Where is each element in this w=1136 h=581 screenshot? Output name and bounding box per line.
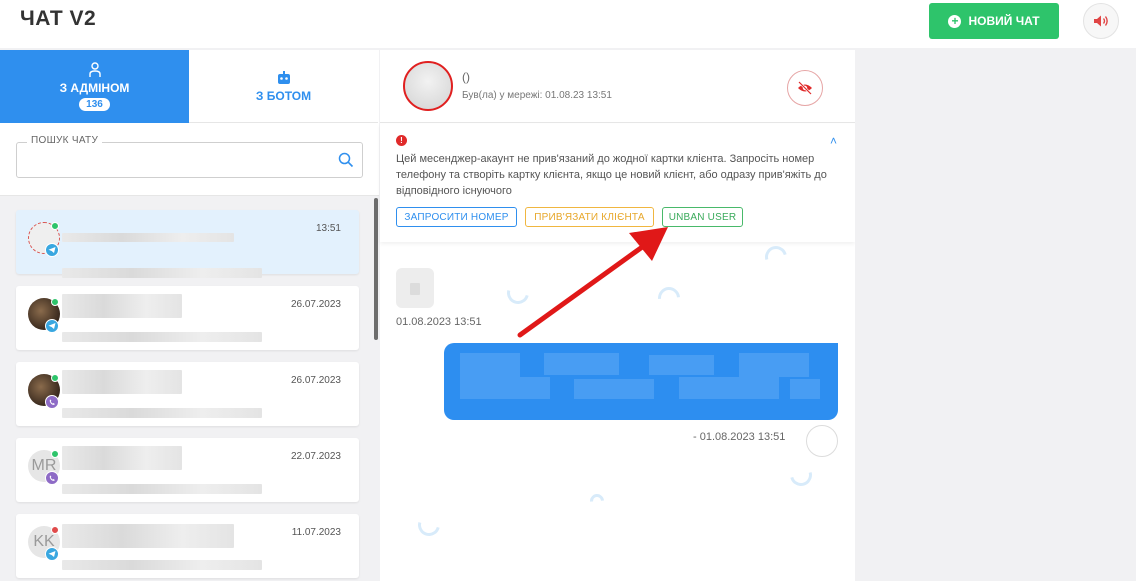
contact-avatar[interactable] [403,61,453,111]
blurred-preview [62,408,262,418]
search-icon[interactable] [338,152,354,168]
support-agent-icon [88,62,101,77]
background-pattern [785,459,817,491]
offline-status-dot [51,526,59,534]
robot-icon [277,70,290,84]
chat-time: 26.07.2023 [290,299,341,310]
telegram-icon [45,547,59,561]
blurred-preview [62,560,262,570]
annotation-arrow [517,227,668,338]
file-icon [410,283,420,295]
alert-message: Цей месенджер-акаунт не прив'язаний до ж… [396,153,827,197]
blurred-preview [62,268,262,278]
blurred-name [62,294,182,318]
incoming-message-bubble[interactable] [396,268,434,308]
blurred-name [62,446,182,470]
request-number-button[interactable]: ЗАПРОСИТИ НОМЕР [396,207,517,227]
background-pattern [587,491,607,511]
viber-icon [45,471,59,485]
tab-with-bot[interactable]: З БОТОМ [189,50,378,123]
telegram-icon [45,319,59,333]
chat-time: 26.07.2023 [290,375,341,386]
chat-list-scrollbar[interactable] [374,198,378,340]
outgoing-message-time: - 01.08.2023 13:51 [693,431,786,443]
error-icon: ! [396,135,407,146]
contact-name: () [462,70,470,84]
details-panel [855,50,1136,581]
new-chat-button[interactable]: + НОВИЙ ЧАТ [929,3,1059,39]
chat-time: 13:51 [315,223,341,234]
chat-search-field[interactable]: ПОШУК ЧАТУ [16,135,363,178]
new-chat-label: НОВИЙ ЧАТ [968,14,1040,28]
blurred-name [62,370,182,394]
background-pattern [413,509,445,541]
online-status-dot [51,450,59,458]
chat-time: 11.07.2023 [291,527,341,538]
unread-count-badge: 136 [79,98,110,111]
background-pattern [760,241,792,273]
blurred-name [62,233,234,242]
sender-avatar [806,425,838,457]
viber-icon [45,395,59,409]
blurred-preview [62,484,262,494]
sound-toggle-button[interactable] [1083,3,1119,39]
plus-icon: + [948,14,962,28]
chat-list-item[interactable]: 13:51 [16,210,359,278]
top-bar: ЧАТ V2 + НОВИЙ ЧАТ [0,0,1136,48]
search-label: ПОШУК ЧАТУ [27,135,103,146]
chat-list-item[interactable]: 26.07.2023 [16,286,359,350]
tab-with-admin[interactable]: З АДМІНОМ 136 [0,50,189,123]
outgoing-message-bubble[interactable] [444,343,838,420]
tab-with-bot-label: З БОТОМ [255,88,312,103]
online-status-dot [51,222,59,230]
search-input[interactable] [23,147,323,173]
chat-list-panel: З АДМІНОМ 136 З БОТОМ ПОШУК ЧАТУ 13:51 2… [0,50,379,581]
block-user-button[interactable] [787,70,823,106]
blurred-preview [62,332,262,342]
chat-time: 22.07.2023 [290,451,341,462]
online-status-dot [51,298,59,306]
last-seen-status: Був(ла) у мережі: 01.08.23 13:51 [462,90,612,101]
chat-list-item[interactable]: KK 11.07.2023 [16,514,359,578]
incoming-message-time: 01.08.2023 13:51 [396,316,482,328]
page-title: ЧАТ V2 [20,7,97,30]
blurred-name [62,524,234,548]
speaker-icon [1094,15,1108,27]
conversation-header: () Був(ла) у мережі: 01.08.23 13:51 [380,50,855,123]
online-status-dot [51,374,59,382]
eye-off-icon [798,81,812,95]
chat-list-item[interactable]: MR 22.07.2023 [16,438,359,502]
chat-list-item[interactable]: 26.07.2023 [16,362,359,426]
chat-list: 13:51 26.07.2023 26.07.2023 MR 22.07.202… [0,196,379,581]
telegram-icon [45,243,59,257]
tab-with-admin-label: З АДМІНОМ [59,81,130,95]
chevron-up-icon[interactable]: ˄ [830,134,837,148]
